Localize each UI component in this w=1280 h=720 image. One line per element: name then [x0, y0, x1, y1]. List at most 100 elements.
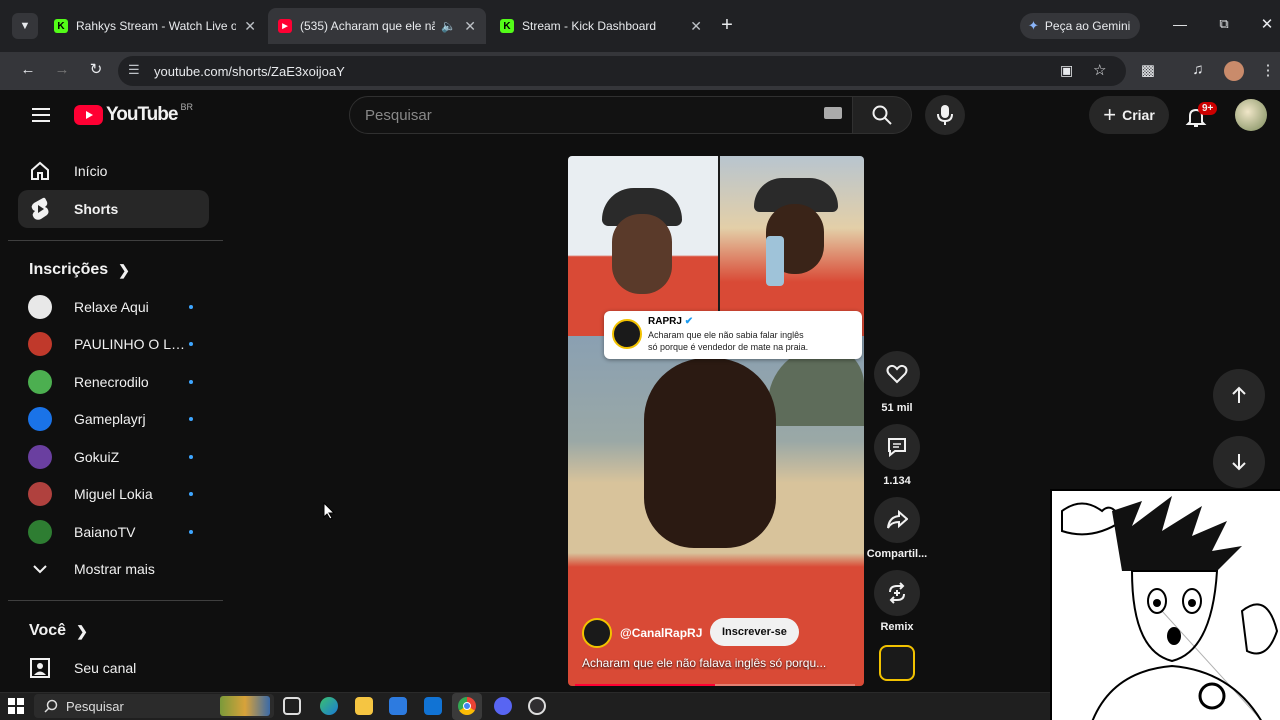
new-content-dot	[189, 380, 193, 384]
video-frame-photo	[720, 156, 864, 336]
minimize-button[interactable]: —	[1168, 16, 1192, 36]
sidebar-subscription[interactable]: Renecrodilo	[18, 363, 209, 401]
account-avatar[interactable]	[1235, 99, 1267, 131]
region-code: BR	[180, 102, 193, 112]
sidebar-item-your-channel[interactable]: Seu canal	[18, 649, 209, 687]
notifications-button[interactable]: 9+	[1182, 102, 1218, 130]
taskbar-search-input[interactable]: Pesquisar	[34, 694, 274, 718]
channel-avatar	[28, 482, 52, 506]
sidebar-subscription[interactable]: BaianoTV	[18, 513, 209, 551]
search-highlight-icon	[220, 696, 270, 716]
browser-tab-youtube[interactable]: ▶ (535) Acharam que ele não 🔈 ✕	[268, 8, 486, 44]
taskbar-search-placeholder: Pesquisar	[66, 698, 124, 714]
comments-button[interactable]	[874, 424, 920, 470]
search-icon	[44, 699, 58, 713]
search-input[interactable]: Pesquisar	[349, 96, 853, 134]
address-bar[interactable]: ☰ youtube.com/shorts/ZaE3xoijoaY ▣ ☆	[118, 56, 1126, 86]
tab-title: Rahkys Stream - Watch Live on	[76, 19, 237, 33]
your-channel-icon	[28, 656, 52, 680]
close-tab-icon[interactable]: ✕	[690, 18, 702, 35]
new-content-dot	[189, 417, 193, 421]
share-button[interactable]	[874, 497, 920, 543]
keyboard-icon[interactable]	[824, 107, 842, 119]
youtube-logo[interactable]: YouTube BR	[74, 102, 193, 126]
subscribe-button[interactable]: Inscrever-se	[710, 618, 799, 646]
subscriptions-heading[interactable]: Inscrições ❯	[29, 261, 130, 279]
install-app-icon[interactable]: ▣	[1060, 62, 1073, 79]
menu-icon[interactable]	[30, 104, 52, 126]
restore-button[interactable]: ⧉	[1212, 16, 1236, 36]
video-frame-photo	[568, 156, 718, 336]
search-icon	[872, 105, 892, 125]
close-tab-icon[interactable]: ✕	[244, 18, 256, 35]
channel-name: Relaxe Aqui	[74, 299, 149, 315]
short-channel-name[interactable]: @CanalRapRJ	[620, 626, 702, 640]
sidebar-subscription[interactable]: Gameplayrj	[18, 400, 209, 438]
back-icon[interactable]: ←	[16, 61, 40, 78]
sidebar-subscription[interactable]: Relaxe Aqui	[18, 288, 209, 326]
video-progress-track[interactable]	[575, 684, 855, 686]
sidebar-subscription[interactable]: GokuiZ	[18, 438, 209, 476]
short-caption[interactable]: Acharam que ele não falava inglês só por…	[582, 656, 857, 670]
short-video-player[interactable]: RAPRJ ✔ Acharam que ele não sabia falar …	[568, 156, 864, 686]
site-info-icon[interactable]: ☰	[128, 62, 140, 78]
previous-short-button[interactable]	[1213, 369, 1265, 421]
arrow-down-icon	[1232, 454, 1246, 471]
chrome-icon[interactable]	[452, 693, 482, 720]
channel-name: Miguel Lokia	[74, 486, 153, 502]
close-window-button[interactable]: ✕	[1255, 15, 1279, 35]
new-tab-button[interactable]: +	[716, 14, 738, 38]
sidebar-item-shorts[interactable]: Shorts	[18, 190, 209, 228]
remix-button[interactable]	[874, 570, 920, 616]
search-button[interactable]	[852, 96, 912, 134]
discord-icon[interactable]	[494, 697, 512, 715]
voice-search-button[interactable]	[925, 95, 965, 135]
browser-menu-icon[interactable]: ⋮	[1256, 61, 1280, 79]
browser-tab-strip: ▼ K Rahkys Stream - Watch Live on ✕ ▶ (5…	[0, 0, 1280, 52]
like-button[interactable]	[874, 351, 920, 397]
windows-start-icon[interactable]	[8, 698, 24, 719]
sidebar-divider	[8, 240, 223, 241]
browser-tab-rahkys[interactable]: K Rahkys Stream - Watch Live on ✕	[44, 8, 266, 44]
sidebar-item-label: Shorts	[74, 201, 119, 217]
chevron-down-icon	[28, 557, 52, 581]
new-content-dot	[189, 342, 193, 346]
sidebar-divider	[8, 600, 223, 601]
sidebar-subscription[interactable]: PAULINHO O LO...	[18, 325, 209, 363]
channel-avatar[interactable]	[582, 618, 612, 648]
notification-badge: 9+	[1198, 102, 1218, 115]
create-button[interactable]: + Criar	[1089, 96, 1169, 134]
edge-icon[interactable]	[320, 697, 338, 715]
sidebar-show-more[interactable]: Mostrar mais	[18, 550, 209, 588]
next-short-button[interactable]	[1213, 436, 1265, 488]
sidebar-item-home[interactable]: Início	[18, 152, 209, 190]
tab-search-button[interactable]: ▼	[12, 13, 38, 39]
search-placeholder: Pesquisar	[365, 106, 432, 124]
forward-icon[interactable]: →	[50, 61, 74, 78]
audio-source-thumbnail[interactable]	[879, 645, 915, 681]
quote-card-text: Acharam que ele não sabia falar inglês	[648, 330, 804, 340]
you-heading[interactable]: Você ❯	[29, 622, 88, 640]
file-explorer-icon[interactable]	[355, 697, 373, 715]
outlook-icon[interactable]	[424, 697, 442, 715]
stream-overlay-illustration	[1050, 489, 1280, 720]
channel-name: PAULINHO O LO...	[74, 336, 189, 352]
youtube-logo-icon	[74, 105, 103, 125]
channel-name: GokuiZ	[74, 449, 120, 465]
speaker-icon[interactable]: 🔈	[441, 19, 456, 33]
browser-tab-kick-dashboard[interactable]: K Stream - Kick Dashboard ✕	[490, 8, 712, 44]
sidebar-subscription[interactable]: Miguel Lokia	[18, 475, 209, 513]
store-icon[interactable]	[389, 697, 407, 715]
channel-avatar	[28, 295, 52, 319]
media-control-icon[interactable]: ♫	[1186, 61, 1210, 78]
close-tab-icon[interactable]: ✕	[464, 18, 476, 35]
obs-icon[interactable]	[528, 697, 546, 715]
reload-icon[interactable]: ↻	[84, 60, 108, 78]
task-view-icon[interactable]	[283, 697, 301, 715]
gemini-button[interactable]: ✦ Peça ao Gemini	[1020, 13, 1140, 39]
shorts-icon	[28, 197, 52, 221]
channel-avatar	[28, 445, 52, 469]
extensions-icon[interactable]: ▩	[1136, 61, 1160, 79]
bookmark-star-icon[interactable]: ☆	[1093, 61, 1106, 79]
profile-avatar[interactable]	[1224, 61, 1244, 81]
